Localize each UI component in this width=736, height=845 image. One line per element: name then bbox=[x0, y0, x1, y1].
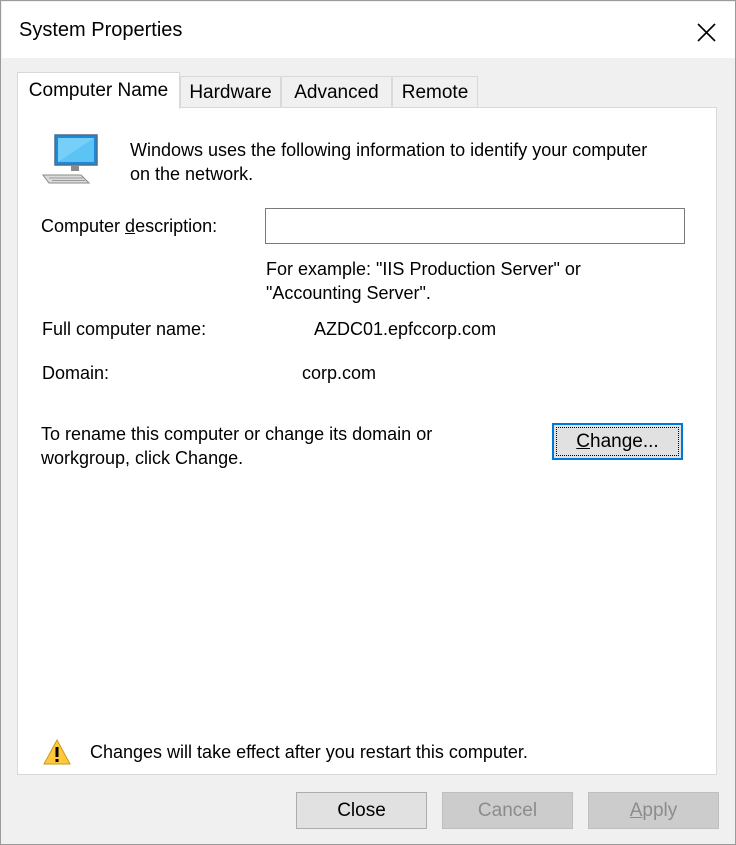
close-button[interactable]: Close bbox=[296, 792, 427, 829]
rename-text-line2: workgroup, click Change. bbox=[41, 448, 244, 468]
apply-button-label: pply bbox=[642, 800, 678, 821]
tab-hardware[interactable]: Hardware bbox=[180, 76, 281, 107]
tab-advanced[interactable]: Advanced bbox=[281, 76, 392, 107]
cancel-button[interactable]: Cancel bbox=[442, 792, 573, 829]
warning-icon bbox=[42, 738, 72, 766]
tab-computer-name[interactable]: Computer Name bbox=[17, 72, 180, 109]
apply-button-accesskey: A bbox=[629, 800, 643, 821]
example-text-line2: "Accounting Server". bbox=[266, 283, 431, 303]
close-icon[interactable] bbox=[688, 14, 724, 50]
title-bar: System Properties bbox=[2, 2, 735, 58]
window-title: System Properties bbox=[19, 19, 183, 41]
description-label-accesskey: d bbox=[125, 216, 136, 236]
rename-text-line1: To rename this computer or change its do… bbox=[41, 424, 433, 444]
system-properties-dialog: System Properties Computer Name Hardware… bbox=[0, 0, 736, 845]
domain-label: Domain: bbox=[42, 363, 110, 383]
domain-value: corp.com bbox=[302, 363, 377, 383]
focus-rectangle bbox=[556, 427, 679, 456]
full-computer-name-value: AZDC01.epfccorp.com bbox=[314, 319, 497, 339]
change-button[interactable]: Change... bbox=[552, 423, 683, 460]
computer-icon bbox=[41, 131, 103, 187]
full-computer-name-label: Full computer name: bbox=[42, 319, 207, 339]
description-label-post: escription: bbox=[135, 216, 218, 236]
intro-text-line2: on the network. bbox=[130, 164, 254, 184]
description-label: Computer description: bbox=[41, 216, 217, 237]
restart-warning-text: Changes will take effect after you resta… bbox=[90, 742, 528, 762]
description-label-pre: Computer bbox=[41, 216, 126, 236]
intro-text-line1: Windows uses the following information t… bbox=[130, 140, 648, 160]
tab-remote[interactable]: Remote bbox=[392, 76, 478, 107]
computer-description-input[interactable] bbox=[265, 208, 685, 244]
apply-button[interactable]: Apply bbox=[588, 792, 719, 829]
example-text-line1: For example: "IIS Production Server" or bbox=[266, 259, 581, 279]
